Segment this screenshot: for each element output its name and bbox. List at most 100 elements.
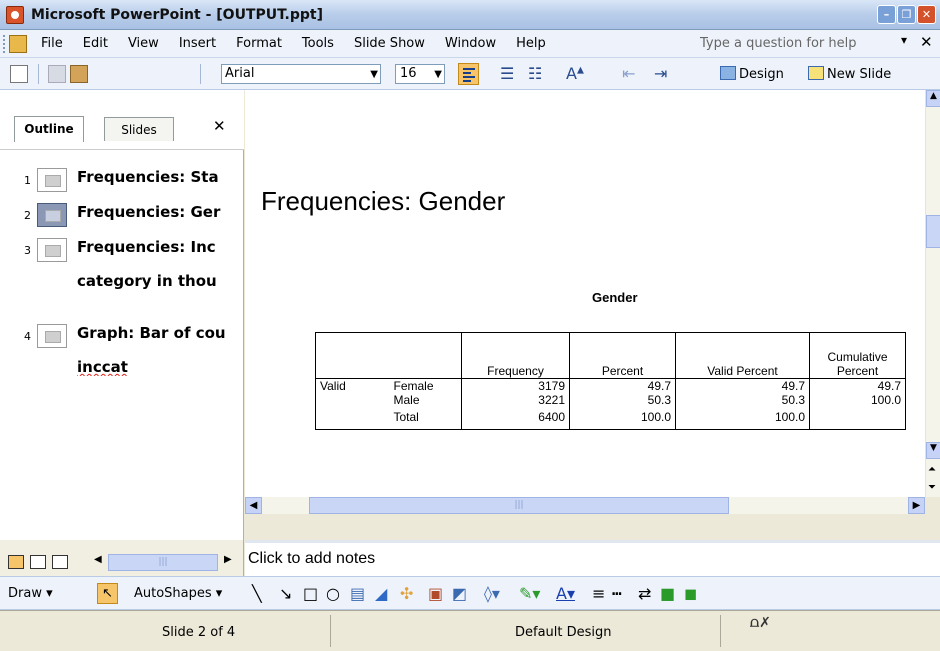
notes-pane[interactable]: Click to add notes [245, 540, 940, 576]
slide-title[interactable]: Frequencies: Gender [261, 186, 505, 217]
outline-item-title[interactable]: Frequencies: Ger [77, 203, 244, 221]
chevron-down-icon[interactable]: ▼ [370, 66, 378, 84]
autoshapes-label: AutoShapes [134, 586, 212, 601]
scroll-left-icon[interactable]: ◀ [94, 554, 102, 565]
scroll-right-icon[interactable]: ▶ [908, 497, 925, 514]
help-dropdown-icon[interactable]: ▾ [901, 33, 907, 47]
font-name-select[interactable]: Arial ▼ [221, 64, 381, 84]
new-slide-button[interactable]: New Slide [808, 66, 891, 82]
autoshapes-menu-button[interactable]: AutoShapes ▾ [134, 586, 222, 601]
restore-button[interactable]: ❐ [897, 5, 916, 24]
normal-view-icon[interactable] [8, 555, 24, 569]
new-slide-icon [808, 66, 824, 80]
picture-icon[interactable]: ◩ [452, 584, 467, 603]
increase-font-icon[interactable]: A▲ [566, 64, 584, 83]
rectangle-icon[interactable]: □ [303, 584, 318, 603]
wordart-icon[interactable]: ◢ [375, 584, 387, 603]
next-slide-icon[interactable]: ⏷ [928, 482, 936, 493]
table-row: Total 6400 100.0 100.0 [315, 407, 906, 430]
view-buttons-bar: ◀ ||| ▶ [0, 540, 244, 576]
outline-item-title[interactable]: Frequencies: Inc [77, 238, 244, 256]
shadow-icon[interactable]: ■ [660, 584, 675, 603]
outline-item-subtitle[interactable]: inccat [77, 358, 244, 376]
horizontal-scrollbar[interactable]: ◀ ||| ▶ [245, 497, 925, 514]
notes-placeholder[interactable]: Click to add notes [248, 550, 375, 568]
slide-thumbnail-icon[interactable] [37, 324, 67, 348]
diagram-icon[interactable]: ✣ [400, 584, 413, 603]
scroll-thumb[interactable]: ||| [309, 497, 729, 514]
line-icon[interactable]: ╲ [252, 584, 262, 603]
scroll-up-icon[interactable]: ▲ [926, 90, 940, 107]
slide-show-view-icon[interactable] [52, 555, 68, 569]
scroll-thumb[interactable] [926, 215, 940, 248]
align-left-icon[interactable] [458, 63, 479, 85]
numbering-icon[interactable]: ☰ [500, 64, 514, 83]
menu-help[interactable]: Help [516, 36, 546, 51]
select-objects-icon[interactable]: ↖ [97, 583, 118, 604]
design-label: Design [739, 67, 784, 82]
3d-style-icon[interactable]: ◼ [684, 584, 697, 603]
slide-number: 2 [24, 209, 31, 222]
menu-format[interactable]: Format [236, 36, 282, 51]
table-cell: 3179 [461, 378, 570, 393]
slide-sorter-view-icon[interactable] [30, 555, 46, 569]
menu-tools[interactable]: Tools [302, 36, 334, 51]
close-button[interactable]: ✕ [917, 5, 936, 24]
powerpoint-icon[interactable] [6, 5, 24, 24]
slide-thumbnail-icon[interactable] [37, 168, 67, 192]
paste-icon[interactable] [70, 65, 88, 83]
textbox-icon[interactable]: ▤ [350, 584, 365, 603]
slide-thumbnail-icon[interactable] [37, 203, 67, 227]
line-color-icon[interactable]: ✎▾ [519, 584, 540, 603]
arrow-style-icon[interactable]: ⇄ [638, 584, 651, 603]
slide-thumbnail-icon[interactable] [37, 238, 67, 262]
outline-item-subtitle[interactable]: category in thou [77, 272, 244, 290]
copy-icon[interactable] [48, 65, 66, 83]
menu-file[interactable]: File [41, 36, 63, 51]
tab-slides[interactable]: Slides [104, 117, 174, 141]
close-document-icon[interactable]: ✕ [920, 33, 933, 51]
design-button[interactable]: Design [720, 66, 784, 82]
decrease-indent-icon[interactable]: ⇤ [622, 64, 635, 83]
scroll-right-icon[interactable]: ▶ [224, 554, 232, 565]
clip-art-icon[interactable]: ▣ [428, 584, 443, 603]
slide-canvas[interactable]: Frequencies: Gender Gender Frequency Per… [245, 90, 925, 497]
scroll-thumb[interactable]: ||| [108, 554, 218, 571]
fill-color-icon[interactable]: ◊▾ [484, 584, 500, 603]
row-label: Total [389, 407, 462, 430]
oval-icon[interactable]: ○ [326, 584, 340, 603]
document-icon[interactable] [9, 34, 27, 53]
tab-outline[interactable]: Outline [14, 116, 84, 142]
increase-indent-icon[interactable]: ⇥ [654, 64, 667, 83]
status-separator [330, 615, 331, 647]
outline-item-title[interactable]: Frequencies: Sta [77, 168, 244, 186]
outline-item-title[interactable]: Graph: Bar of cou [77, 324, 244, 342]
table-row: Male 3221 50.3 50.3 100.0 [315, 393, 906, 407]
vertical-scrollbar[interactable]: ▲ ▼ ⏶ ⏷ [925, 90, 940, 497]
arrow-icon[interactable]: ↘ [279, 584, 292, 603]
line-style-icon[interactable]: ≡ [592, 584, 605, 603]
previous-slide-icon[interactable]: ⏶ [928, 464, 936, 475]
menu-view[interactable]: View [128, 36, 159, 51]
frequency-table[interactable]: Frequency Percent Valid Percent Cumulati… [315, 332, 906, 430]
scroll-down-icon[interactable]: ▼ [926, 442, 940, 459]
chevron-down-icon[interactable]: ▼ [434, 66, 442, 84]
dash-style-icon[interactable]: ┅ [612, 584, 622, 603]
menubar-grip[interactable] [3, 34, 6, 53]
font-color-icon[interactable]: A▾ [556, 584, 575, 603]
help-search-input[interactable]: Type a question for help [700, 34, 896, 54]
row-group-label [315, 407, 390, 430]
bullets-icon[interactable]: ☷ [528, 64, 542, 83]
table-header-frequency: Frequency [461, 332, 570, 379]
scroll-left-icon[interactable]: ◀ [245, 497, 262, 514]
menu-slide-show[interactable]: Slide Show [354, 36, 425, 51]
spelling-status-icon[interactable]: ⩍✗ [750, 615, 771, 631]
menu-insert[interactable]: Insert [179, 36, 216, 51]
menu-edit[interactable]: Edit [83, 36, 108, 51]
close-icon[interactable]: ✕ [213, 117, 226, 135]
new-icon[interactable] [10, 65, 28, 83]
menu-window[interactable]: Window [445, 36, 496, 51]
minimize-button[interactable]: – [877, 5, 896, 24]
font-size-select[interactable]: 16 ▼ [395, 64, 445, 84]
draw-menu-button[interactable]: Draw ▾ [8, 586, 53, 601]
